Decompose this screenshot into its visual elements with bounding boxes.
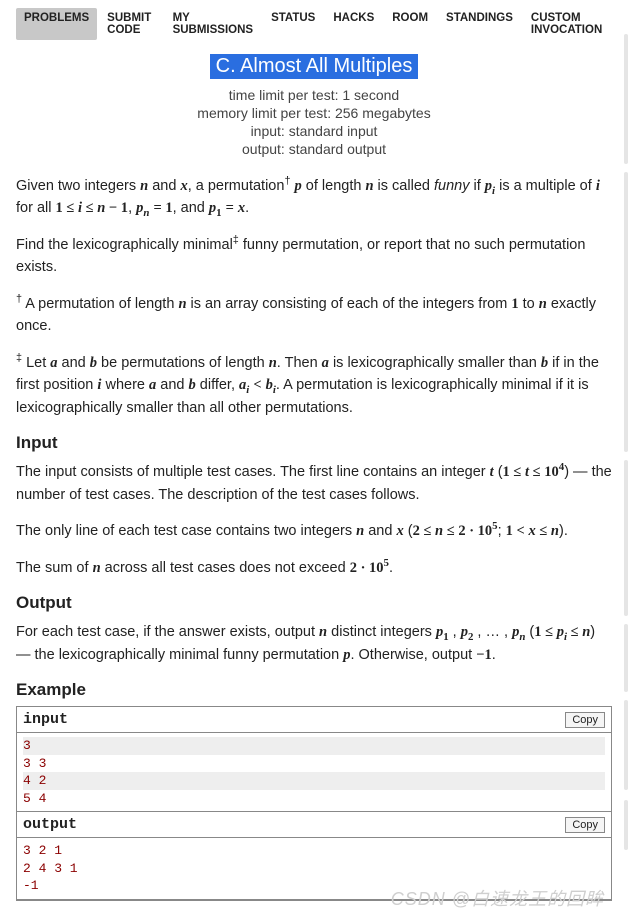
output-header: output Copy <box>17 812 611 838</box>
footnote: ‡ Let a and b be permutations of length … <box>16 352 612 419</box>
nav-item-room[interactable]: ROOM <box>384 8 436 40</box>
problem-title: C. Almost All Multiples <box>210 54 419 79</box>
footnote: † A permutation of length n is an array … <box>16 293 612 338</box>
copy-input-button[interactable]: Copy <box>565 712 605 728</box>
nav-item-custom-invocation[interactable]: CUSTOM INVOCATION <box>523 8 612 40</box>
navbar: PROBLEMSSUBMIT CODEMY SUBMISSIONSSTATUSH… <box>16 8 612 40</box>
example-section-title: Example <box>16 680 612 700</box>
nav-item-my-submissions[interactable]: MY SUBMISSIONS <box>165 8 262 40</box>
nav-item-problems[interactable]: PROBLEMS <box>16 8 97 40</box>
memory-limit: memory limit per test: 256 megabytes <box>16 105 612 121</box>
output-spec: output: standard output <box>16 141 612 157</box>
example-output: 3 2 12 4 3 1-1 <box>17 838 611 900</box>
paragraph: Find the lexicographically minimal‡ funn… <box>16 234 612 279</box>
statement: Given two integers n and x, a permutatio… <box>16 175 612 901</box>
example-input: 33 34 25 4 <box>17 733 611 812</box>
output-section-title: Output <box>16 593 612 613</box>
nav-item-standings[interactable]: STANDINGS <box>438 8 521 40</box>
output-label: output <box>23 816 77 833</box>
nav-item-status[interactable]: STATUS <box>263 8 323 40</box>
paragraph: The only line of each test case contains… <box>16 520 612 542</box>
side-marks <box>622 0 628 921</box>
paragraph: For each test case, if the answer exists… <box>16 621 612 666</box>
nav-item-hacks[interactable]: HACKS <box>325 8 382 40</box>
time-limit: time limit per test: 1 second <box>16 87 612 103</box>
input-label: input <box>23 711 68 728</box>
paragraph: Given two integers n and x, a permutatio… <box>16 175 612 220</box>
input-spec: input: standard input <box>16 123 612 139</box>
paragraph: The input consists of multiple test case… <box>16 461 612 506</box>
paragraph: The sum of n across all test cases does … <box>16 557 612 579</box>
input-section-title: Input <box>16 433 612 453</box>
input-header: input Copy <box>17 707 611 733</box>
problem-header: C. Almost All Multiples time limit per t… <box>16 54 612 157</box>
copy-output-button[interactable]: Copy <box>565 817 605 833</box>
nav-item-submit-code[interactable]: SUBMIT CODE <box>99 8 162 40</box>
example-box: input Copy 33 34 25 4 output Copy 3 2 12… <box>16 706 612 901</box>
